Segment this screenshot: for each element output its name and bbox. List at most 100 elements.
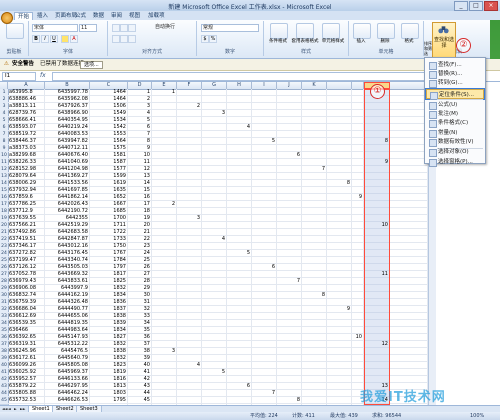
cell[interactable]: 6446133.66 [46, 376, 88, 383]
align-left-icon[interactable] [112, 35, 120, 43]
paste-icon[interactable] [6, 23, 24, 39]
selected-cell[interactable]: 8 [365, 138, 388, 145]
cell[interactable]: 1667 [91, 201, 126, 208]
cell[interactable]: 636686.04 [9, 306, 43, 313]
cell[interactable]: 1464 [91, 96, 126, 103]
selected-cell[interactable]: 11 [365, 271, 388, 278]
cell[interactable]: 1825 [91, 278, 126, 285]
cell[interactable]: 1795 [91, 397, 126, 404]
cell[interactable]: a38813.11 [9, 103, 43, 110]
cell[interactable]: 1711 [91, 222, 126, 229]
cell[interactable]: 636319.31 [9, 341, 43, 348]
cell[interactable]: 6444162.19 [46, 292, 88, 299]
cell[interactable]: 1652 [91, 194, 126, 201]
cell[interactable]: 1827 [91, 334, 126, 341]
menu-item[interactable]: 转到(G)... [426, 78, 484, 89]
cell[interactable]: 637566.21 [9, 222, 43, 229]
align-top-icon[interactable] [112, 24, 120, 32]
cell[interactable]: 22 [129, 236, 150, 243]
column-header[interactable]: F [177, 82, 202, 90]
cell[interactable]: 13 [129, 173, 150, 180]
underline-button[interactable]: U [50, 35, 58, 43]
column-header[interactable]: H [227, 82, 252, 90]
cell[interactable]: 6441862.14 [46, 194, 88, 201]
cell[interactable]: 5 [129, 117, 150, 124]
cell[interactable]: 9 [328, 306, 350, 313]
cell[interactable]: 4 [129, 110, 150, 117]
cell[interactable]: 5 [203, 369, 225, 376]
cell[interactable]: 39 [129, 355, 150, 362]
tab-6[interactable]: 审阅 [108, 12, 125, 20]
cell[interactable]: 45 [129, 397, 150, 404]
cell[interactable]: 6442026.43 [46, 201, 88, 208]
maximize-button[interactable]: □ [469, 1, 483, 11]
cell[interactable]: 8 [328, 180, 350, 187]
cell[interactable]: 1464 [91, 89, 126, 96]
cell[interactable]: 6443833.61 [46, 278, 88, 285]
cell[interactable]: 4 [203, 236, 225, 243]
align-bottom-icon[interactable] [128, 24, 136, 32]
cell[interactable]: 32 [129, 306, 150, 313]
cell[interactable]: 1832 [91, 285, 126, 292]
cell[interactable]: 1564 [91, 138, 126, 145]
cell[interactable]: 6440676.40 [46, 152, 88, 159]
cell[interactable]: 637786.25 [9, 201, 43, 208]
name-box[interactable]: I1 [2, 72, 36, 81]
cell[interactable]: 4 [178, 362, 200, 369]
cell[interactable]: 33 [129, 313, 150, 320]
cell[interactable]: 34 [129, 320, 150, 327]
column-header[interactable] [390, 82, 428, 90]
cell[interactable]: 6438966.90 [46, 110, 88, 117]
cell[interactable]: 12 [129, 166, 150, 173]
cell[interactable]: 23 [129, 243, 150, 250]
cell[interactable]: 6 [228, 383, 250, 390]
cell[interactable]: 24 [129, 250, 150, 257]
cell[interactable]: 637052.78 [9, 271, 43, 278]
cell[interactable]: 1803 [91, 390, 126, 397]
cell[interactable]: 6439947.82 [46, 138, 88, 145]
cell[interactable]: 636245.96 [9, 348, 43, 355]
cell[interactable]: 6444490.77 [46, 306, 88, 313]
cell[interactable]: 6441697.85 [46, 187, 88, 194]
cell[interactable]: 637639.55 [9, 215, 43, 222]
selected-cell[interactable]: 12 [365, 341, 388, 348]
font-name-select[interactable]: 宋体 [32, 24, 78, 32]
cell[interactable]: 1750 [91, 243, 126, 250]
bold-button[interactable]: B [32, 35, 40, 43]
menu-item[interactable]: 定位条件(S)... [425, 87, 485, 100]
cell[interactable]: 1 [129, 89, 150, 96]
tab-8[interactable]: 加载项 [145, 12, 168, 20]
cell[interactable]: a38299.68 [9, 152, 43, 159]
cell[interactable]: 638226.33 [9, 159, 43, 166]
cell[interactable]: 636612.69 [9, 313, 43, 320]
cell[interactable]: 1506 [91, 103, 126, 110]
cell[interactable]: 636392.65 [9, 334, 43, 341]
cell[interactable]: 636906.08 [9, 285, 43, 292]
cell[interactable]: 1832 [91, 341, 126, 348]
cell[interactable]: 628152.98 [9, 166, 43, 173]
cell[interactable]: 1534 [91, 117, 126, 124]
cell[interactable]: 6443012.16 [46, 243, 88, 250]
cell[interactable]: 628079.64 [9, 173, 43, 180]
cell[interactable]: 636025.92 [9, 369, 43, 376]
cell[interactable]: 36 [129, 334, 150, 341]
tab-7[interactable]: 视图 [126, 12, 143, 20]
cell[interactable]: 2 [153, 201, 175, 208]
fill-color-icon[interactable] [61, 35, 69, 43]
column-header[interactable]: I [252, 82, 277, 90]
cell[interactable]: 6437926.37 [46, 103, 88, 110]
cell[interactable]: 658666.41 [9, 117, 43, 124]
cell[interactable]: 1838 [91, 313, 126, 320]
find-select-button[interactable]: 查找和选择 [432, 22, 456, 58]
cell[interactable]: 1832 [91, 355, 126, 362]
cell[interactable]: 1816 [91, 376, 126, 383]
cell[interactable]: 14 [129, 180, 150, 187]
cell[interactable]: 2 [178, 103, 200, 110]
delete-icon[interactable] [377, 23, 395, 39]
cell[interactable]: 635732.53 [9, 397, 43, 404]
cell[interactable]: 636172.61 [9, 355, 43, 362]
cell[interactable]: 10 [129, 152, 150, 159]
cell[interactable]: 1813 [91, 383, 126, 390]
cell[interactable]: 5 [228, 250, 250, 257]
cell[interactable]: 1577 [91, 166, 126, 173]
